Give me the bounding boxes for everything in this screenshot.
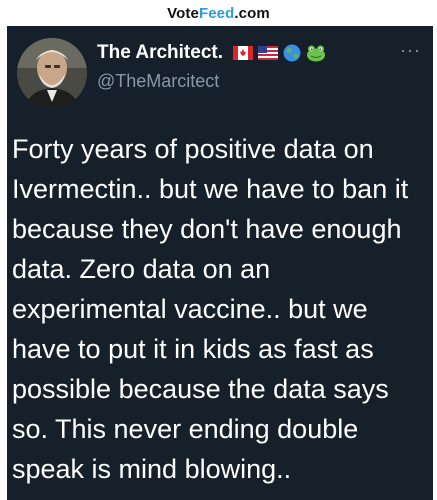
watermark-accent: Feed bbox=[198, 4, 235, 22]
canada-flag-icon bbox=[233, 46, 253, 60]
tweet-card: The Architect. @TheMarcitect ··· Forty y… bbox=[7, 26, 433, 500]
watermark-suffix: .com bbox=[234, 4, 270, 22]
tweet-text: Forty years of positive data on Ivermect… bbox=[12, 134, 409, 484]
watermark: Vote Feed .com bbox=[0, 0, 437, 26]
display-name-row: The Architect. bbox=[97, 42, 326, 64]
more-horizontal-icon: ··· bbox=[400, 40, 421, 60]
frog-icon bbox=[307, 45, 325, 62]
user-handle[interactable]: @TheMarcitect bbox=[97, 71, 219, 92]
globe-icon bbox=[283, 44, 301, 62]
watermark-prefix: Vote bbox=[167, 4, 199, 22]
usa-flag-icon bbox=[258, 46, 278, 60]
more-options-button[interactable]: ··· bbox=[400, 40, 421, 61]
avatar[interactable] bbox=[17, 38, 87, 108]
name-emoji-group bbox=[233, 44, 326, 62]
display-name[interactable]: The Architect. bbox=[97, 42, 223, 64]
avatar-portrait-icon bbox=[17, 38, 87, 108]
